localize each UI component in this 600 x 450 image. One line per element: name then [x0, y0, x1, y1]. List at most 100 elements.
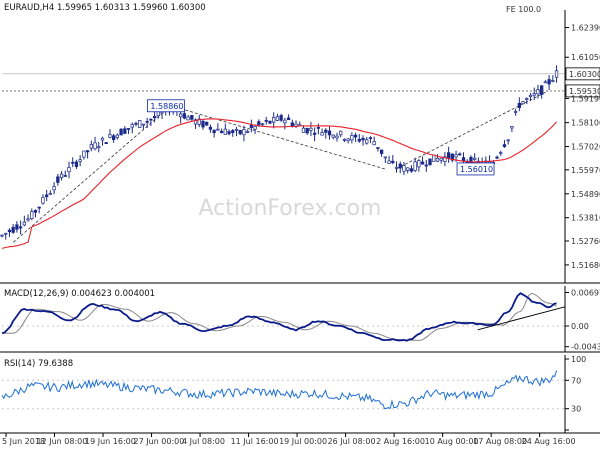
candle-body [74, 161, 79, 167]
candle-body [149, 118, 153, 121]
candle-body [301, 127, 306, 133]
candle-body [290, 122, 294, 126]
price-tick-label: 1.58100 [571, 119, 600, 128]
price-tick-label: 1.51680 [571, 261, 600, 270]
time-tick-label: 24 Aug 16:00 [522, 437, 576, 446]
candle-body [528, 94, 533, 97]
candle-body [37, 206, 41, 209]
candle-body [48, 192, 53, 195]
macd-panel: MACD(12,26,9) 0.004623 0.004001 0.006976… [0, 286, 600, 352]
candle-body [227, 131, 231, 135]
candle-body [52, 186, 56, 191]
candle-body [272, 116, 276, 123]
fe-note: FE 100.0 [506, 5, 541, 14]
time-tick-label: 12 Jun 08:00 [37, 437, 88, 446]
watermark: ActionForex.com [199, 196, 382, 221]
time-tick-label: 4 Jul 08:00 [182, 437, 225, 446]
candle-body [327, 130, 332, 136]
candle-body [100, 137, 105, 141]
candle-body [190, 115, 194, 120]
candle-body [454, 154, 458, 158]
candle-body [473, 157, 477, 160]
candle-body [216, 128, 220, 131]
candle-body [231, 130, 235, 133]
candle-body [312, 132, 317, 135]
candle-body [242, 129, 246, 136]
candle-body [119, 128, 123, 136]
candle-body [365, 139, 369, 144]
candle-body [536, 89, 540, 95]
candle-body [249, 124, 254, 128]
price-tick-label: 1.57020 [571, 143, 600, 152]
candle-body [4, 232, 8, 235]
candle-body [547, 79, 551, 85]
time-axis: 5 Jun 201812 Jun 08:0019 Jun 16:0027 Jun… [2, 433, 576, 446]
candle-body [513, 111, 518, 113]
candle-body [532, 93, 536, 96]
candle-body [205, 121, 209, 126]
candle-body [379, 149, 384, 154]
candle-body [346, 138, 350, 142]
candle-body [59, 173, 64, 178]
candle-body [112, 135, 116, 140]
time-tick-label: 19 Jun 16:00 [85, 437, 136, 446]
candle-body [357, 138, 361, 142]
forex-chart: EURAUD,H4 1.59965 1.60313 1.59960 1.6030… [0, 0, 600, 446]
candle-body [201, 120, 205, 128]
candle-body [130, 124, 134, 128]
candle-body [212, 129, 216, 134]
candle-body [257, 121, 261, 126]
time-tick-label: 19 Jul 00:00 [279, 437, 327, 446]
candle-body [0, 234, 4, 237]
candle-body [517, 102, 521, 108]
price-annotation-label: 1.58860 [150, 102, 183, 111]
candle-body [78, 159, 82, 162]
candle-body [238, 129, 242, 135]
candle-body [11, 226, 15, 233]
candle-body [104, 142, 108, 145]
candle-body [126, 128, 131, 130]
time-tick-label: 11 Jul 16:00 [231, 437, 279, 446]
candle-body [432, 154, 436, 162]
candle-body [30, 211, 34, 220]
candle-body [41, 197, 45, 204]
candle-body [15, 224, 19, 230]
candle-body [331, 134, 335, 138]
candle-body [141, 123, 146, 126]
candle-body [402, 165, 406, 172]
candle-body [178, 113, 183, 118]
candle-body [383, 156, 388, 159]
price-tick-label: 1.52760 [571, 237, 600, 246]
candle-body [339, 130, 343, 136]
price-tick-label: 1.54890 [571, 190, 600, 199]
candle-body [275, 116, 280, 121]
price-panel-title: EURAUD,H4 1.59965 1.60313 1.59960 1.6030… [4, 3, 206, 13]
price-axis: 1.62390 1.61050 1.59190 1.58100 1.57020 1.559… [565, 24, 600, 270]
rsi-tick-label: 100 [571, 355, 586, 364]
candle-body [420, 161, 425, 165]
candle-body [22, 221, 26, 226]
candle-body [506, 139, 510, 142]
candle-body [350, 135, 354, 141]
candle-body [279, 115, 283, 121]
candle-body [446, 152, 451, 159]
candle-body [97, 146, 101, 149]
candle-body [253, 126, 257, 130]
candle-body [461, 157, 466, 162]
candle-body [89, 144, 93, 149]
price-tick-label: 1.59190 [571, 94, 600, 103]
time-tick-label: 17 Aug 08:00 [473, 437, 527, 446]
candle-body [93, 142, 97, 150]
price-tick-label: 1.55970 [571, 166, 600, 175]
candle-body [413, 161, 417, 171]
time-tick-label: 27 Jun 00:00 [134, 437, 185, 446]
macd-panel-title: MACD(12,26,9) 0.004623 0.004001 [4, 289, 155, 299]
macd-tick-label: 0.006976 [571, 289, 600, 298]
candle-body [208, 126, 213, 130]
candle-body [283, 119, 287, 124]
candle-body [264, 120, 268, 122]
candle-body [260, 123, 265, 126]
candle-body [398, 163, 402, 169]
candle-body [245, 131, 250, 133]
candle-body [18, 226, 23, 229]
